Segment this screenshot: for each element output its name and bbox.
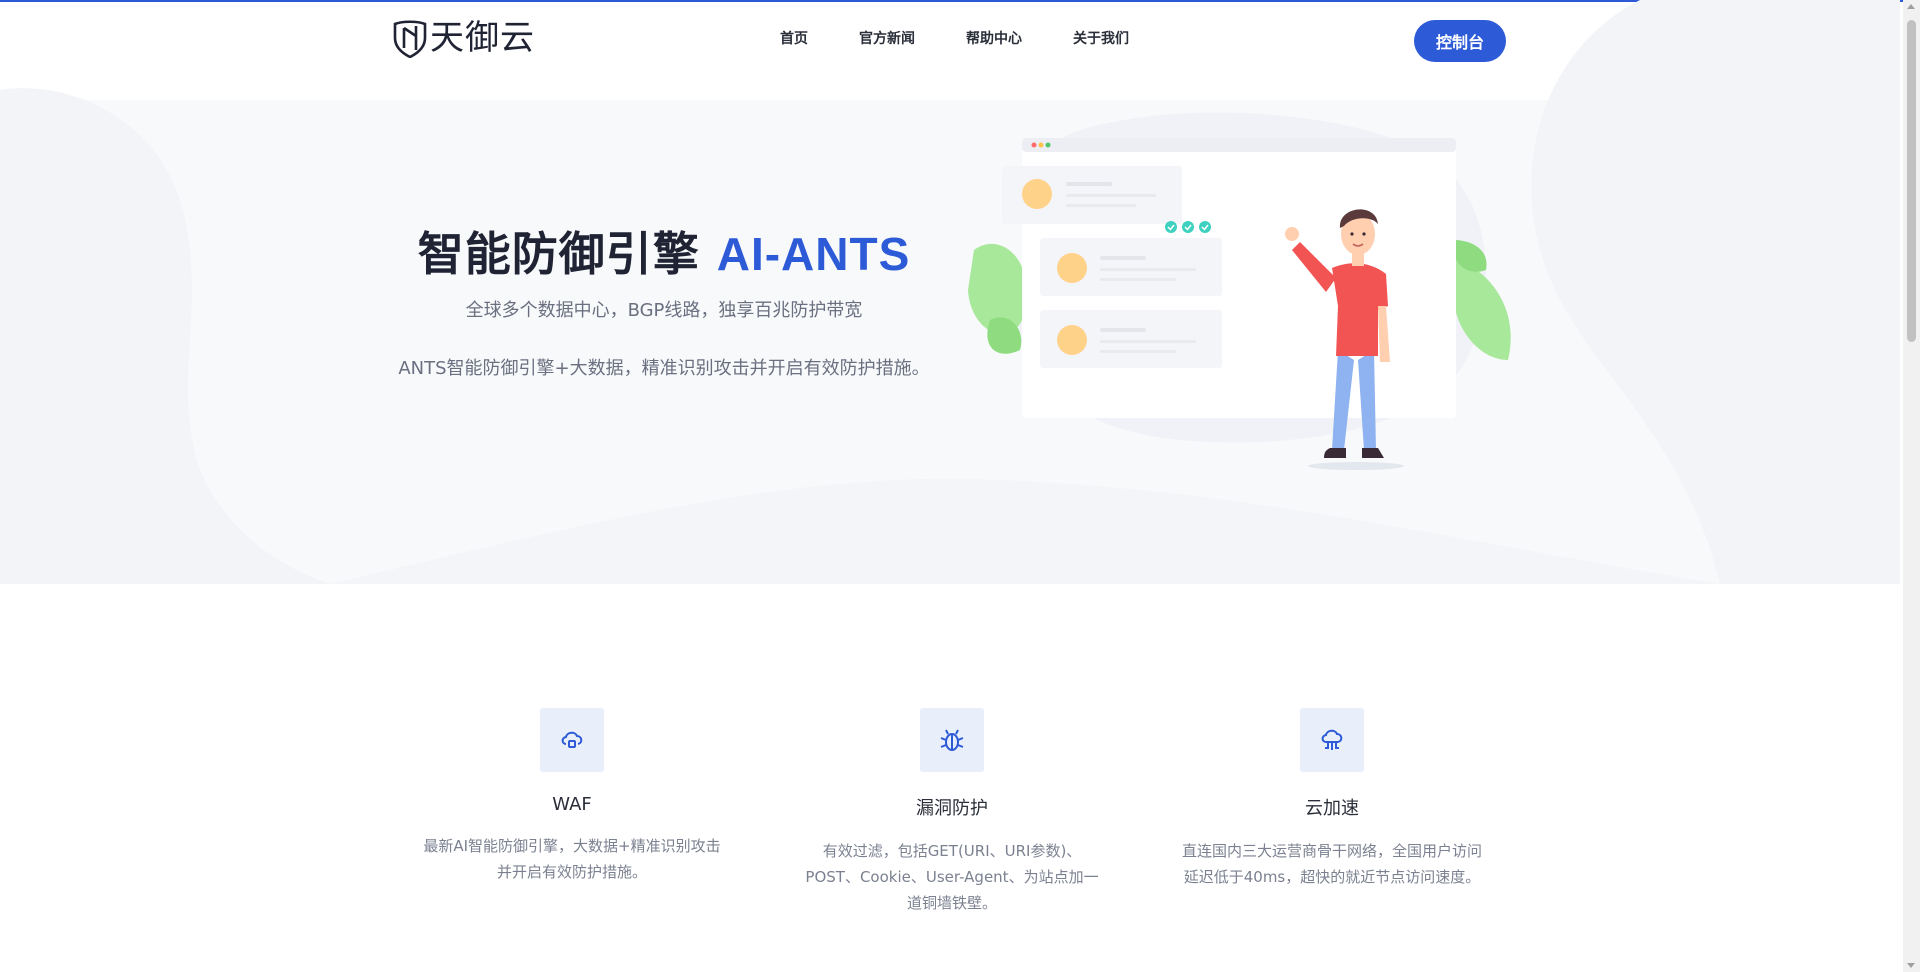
- feature-icon-box: [540, 708, 604, 772]
- feature-title: WAF: [552, 794, 592, 815]
- nav-item-home[interactable]: 首页: [780, 28, 808, 48]
- nav-item-news[interactable]: 官方新闻: [859, 28, 915, 48]
- hero-title-main: 智能防御引擎: [417, 227, 700, 281]
- main-nav: 首页 官方新闻 帮助中心 关于我们: [780, 28, 1180, 48]
- hero-title: 智能防御引擎 AI-ANTS: [380, 218, 948, 284]
- feature-icon-box: [920, 708, 984, 772]
- logo[interactable]: 天御云: [392, 16, 552, 60]
- cloud-network-icon: [1321, 729, 1343, 750]
- scroll-thumb[interactable]: [1907, 20, 1916, 342]
- feature-vuln-protection: 漏洞防护 有效过滤，包括GET(URI、URI参数)、POST、Cookie、U…: [792, 708, 1112, 916]
- feature-description: 最新AI智能防御引擎，大数据+精准识别攻击并开启有效防护措施。: [423, 837, 721, 881]
- feature-cloud-acceleration: 云加速 直连国内三大运营商骨干网络，全国用户访问延迟低于40ms，超快的就近节点…: [1172, 708, 1492, 890]
- nav-item-about[interactable]: 关于我们: [1073, 28, 1129, 48]
- scroll-down-arrow-icon[interactable]: [1907, 963, 1915, 968]
- feature-title: 漏洞防护: [916, 798, 988, 819]
- cloud-shield-icon: [561, 731, 583, 748]
- hero-title-accent: AI-ANTS: [716, 228, 911, 280]
- feature-icon-box: [1300, 708, 1364, 772]
- console-button[interactable]: 控制台: [1414, 20, 1506, 62]
- page-scrollbar[interactable]: [1903, 0, 1920, 972]
- hero-subtitle: 全球多个数据中心，BGP线路，独享百兆防护带宽: [465, 300, 863, 321]
- feature-title: 云加速: [1305, 798, 1359, 819]
- logo-text: 天御云: [430, 18, 535, 58]
- hero-description: ANTS智能防御引擎+大数据，精准识别攻击并开启有效防护措施。: [398, 358, 930, 379]
- nav-item-help[interactable]: 帮助中心: [966, 28, 1022, 48]
- feature-description: 直连国内三大运营商骨干网络，全国用户访问延迟低于40ms，超快的就近节点访问速度…: [1182, 842, 1483, 886]
- feature-waf: WAF 最新AI智能防御引擎，大数据+精准识别攻击并开启有效防护措施。: [412, 708, 732, 885]
- scroll-up-arrow-icon[interactable]: [1907, 4, 1915, 9]
- feature-description: 有效过滤，包括GET(URI、URI参数)、POST、Cookie、User-A…: [805, 842, 1099, 912]
- bug-icon: [940, 729, 964, 751]
- logo-shield-icon: [393, 20, 427, 58]
- hero-illustration: [968, 112, 1511, 470]
